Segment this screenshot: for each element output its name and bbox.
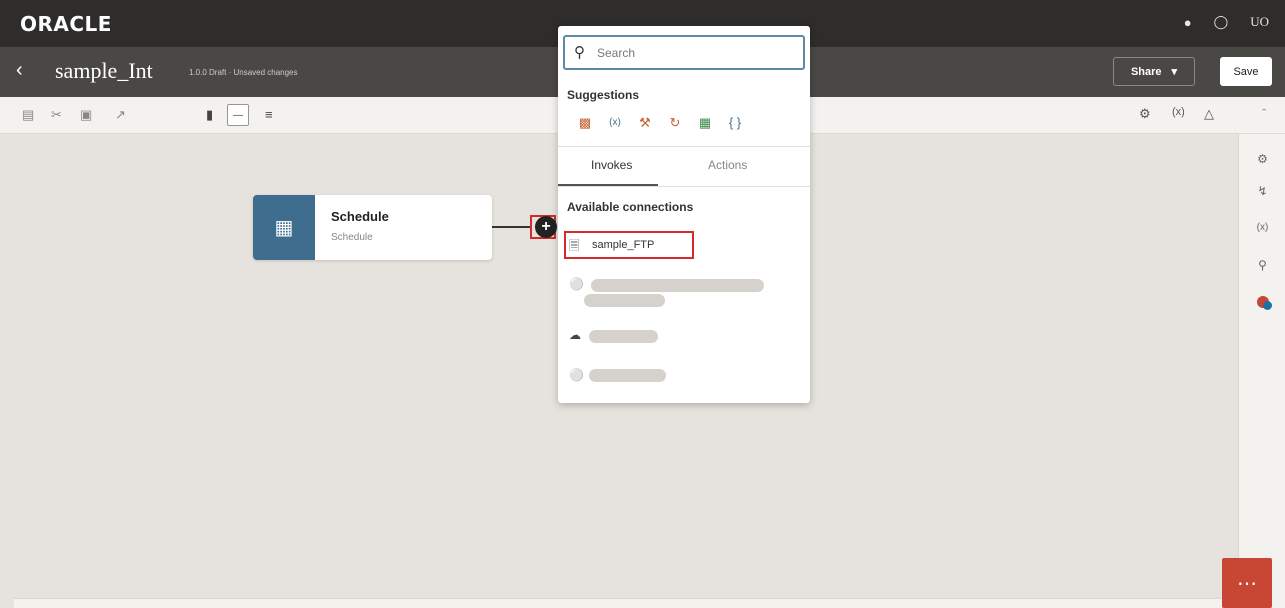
ftp-adapter-icon: 🗏 — [569, 238, 580, 253]
oracle-logo: ORACLE — [20, 12, 112, 36]
available-connections-heading: Available connections — [567, 200, 694, 214]
variables-icon[interactable]: (x) — [1239, 222, 1285, 233]
calendar-icon: ▦ — [253, 195, 315, 260]
connection-label: sample_FTP — [592, 239, 655, 251]
node-title: Schedule — [331, 209, 389, 224]
connection-item-sample-ftp[interactable]: 🗏 sample_FTP — [564, 231, 694, 259]
loop-icon[interactable]: ↻ — [660, 115, 690, 131]
schedule-node[interactable]: ▦ Schedule Schedule — [253, 195, 492, 260]
wrench-icon[interactable]: ⚒ — [630, 115, 660, 131]
integration-status: 1.0.0 Draft · Unsaved changes — [189, 68, 298, 77]
chat-button[interactable]: ⋯ — [1222, 558, 1272, 608]
header-icons: ● ◯ UO — [1184, 14, 1269, 30]
divider — [558, 146, 810, 147]
globe-connection-icon: ⚪ — [569, 368, 584, 382]
variables-icon[interactable]: (x) — [1172, 106, 1185, 118]
search-icon: ⚲ — [574, 44, 585, 61]
horizontal-layout-icon[interactable]: — — [227, 104, 249, 126]
search-box: ⚲ — [563, 35, 805, 70]
integration-name: sample_Int — [55, 58, 153, 83]
add-action-button[interactable]: + — [535, 216, 557, 238]
tab-actions[interactable]: Actions — [708, 158, 747, 172]
variable-icon[interactable]: (x) — [600, 115, 630, 131]
search-icon[interactable]: ⚲ — [1239, 258, 1285, 272]
share-button[interactable]: Share ▾ — [1113, 57, 1195, 86]
help-icon[interactable]: ◯ — [1214, 14, 1229, 30]
screen-icon[interactable]: ▤ — [22, 107, 34, 123]
user-avatar[interactable]: UO — [1250, 14, 1269, 30]
suggestions-row: ▩ (x) ⚒ ↻ ▦ { } — [570, 115, 750, 131]
connection-placeholder[interactable] — [589, 330, 658, 343]
connection-placeholder[interactable] — [589, 369, 666, 382]
share-label: Share — [1130, 65, 1162, 78]
back-button[interactable]: ‹ — [16, 59, 23, 81]
warning-icon[interactable]: △ — [1204, 106, 1214, 122]
save-button[interactable]: Save — [1220, 57, 1272, 86]
add-action-popup: ⚲ Suggestions ▩ (x) ⚒ ↻ ▦ { } Invokes Ac… — [558, 26, 810, 403]
bell-icon[interactable]: ● — [1184, 15, 1192, 30]
search-input[interactable] — [597, 43, 797, 63]
bottom-panel-edge — [14, 598, 1222, 608]
tree-layout-icon[interactable]: ≡ — [265, 107, 273, 123]
connections-icon[interactable] — [1257, 296, 1272, 310]
suggestions-heading: Suggestions — [567, 88, 640, 102]
cloud-connection-icon: ☁ — [569, 328, 581, 342]
caret-down-icon: ▾ — [1171, 66, 1178, 78]
braces-icon[interactable]: { } — [720, 115, 750, 131]
node-subtitle: Schedule — [331, 232, 373, 243]
divider — [558, 186, 810, 187]
lightning-icon[interactable]: ↯ — [1239, 184, 1285, 198]
cut-icon[interactable]: ✂ — [51, 107, 62, 123]
collapse-icon[interactable]: ↗ — [115, 107, 126, 123]
globe-connection-icon: ⚪ — [569, 277, 584, 291]
connection-placeholder — [584, 294, 665, 307]
table-icon[interactable]: ▦ — [690, 115, 720, 131]
vertical-layout-icon[interactable]: ▮ — [206, 107, 213, 123]
right-rail: ⚙ ↯ (x) ⚲ — [1238, 134, 1285, 608]
mapper-icon[interactable]: ▩ — [570, 115, 600, 131]
tab-invokes[interactable]: Invokes — [591, 158, 632, 172]
settings-icon[interactable]: ⚙ — [1139, 106, 1151, 122]
collapse-toolbar-icon[interactable]: ˆ — [1262, 106, 1266, 121]
paste-icon[interactable]: ▣ — [80, 107, 92, 123]
connection-placeholder[interactable] — [591, 279, 764, 292]
settings-icon[interactable]: ⚙ — [1239, 152, 1285, 166]
connector-line — [492, 226, 532, 228]
chat-icon: ⋯ — [1237, 572, 1257, 595]
